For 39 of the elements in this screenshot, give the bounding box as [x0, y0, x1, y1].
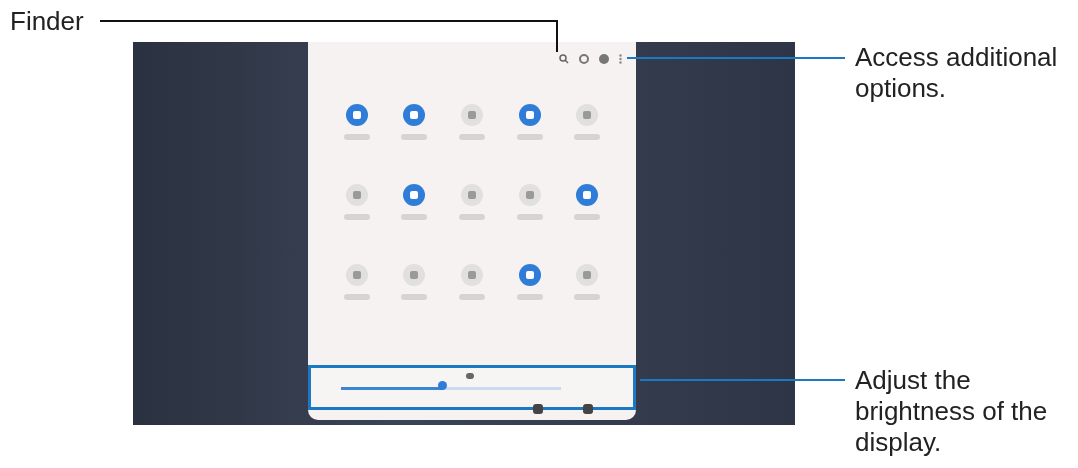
- toggle-on-icon[interactable]: [518, 104, 541, 126]
- blurred-label: [459, 294, 485, 300]
- toggle-off-icon[interactable]: [345, 184, 368, 206]
- blurred-label: [343, 214, 370, 220]
- toggle-on-icon[interactable]: [518, 264, 541, 286]
- toggle-on-icon[interactable]: [403, 104, 426, 126]
- blurred-label: [516, 214, 543, 220]
- toggle-off-icon[interactable]: [576, 104, 599, 126]
- page-indicator: [466, 373, 474, 379]
- toggle-off-icon[interactable]: [518, 184, 541, 206]
- blurred-label: [516, 134, 543, 140]
- toggle-on-icon[interactable]: [576, 184, 599, 206]
- toggle-off-icon[interactable]: [345, 264, 368, 286]
- blurred-label: [459, 134, 485, 140]
- blurred-label: [401, 134, 428, 140]
- blurred-label: [459, 214, 485, 220]
- blurred-label: [516, 294, 543, 300]
- callout-label: Access additional options.: [855, 42, 1059, 104]
- device-icon[interactable]: [533, 404, 543, 414]
- blurred-label: [574, 134, 601, 140]
- callout-label: Adjust the brightness of the display.: [855, 365, 1049, 458]
- callout-label: Finder: [10, 6, 84, 37]
- settings-icon[interactable]: [579, 54, 589, 64]
- toggle-off-icon[interactable]: [576, 264, 599, 286]
- blurred-label: [574, 214, 601, 220]
- media-icon[interactable]: [583, 404, 593, 414]
- blurred-label: [343, 134, 370, 140]
- toggle-off-icon[interactable]: [461, 184, 483, 206]
- search-icon[interactable]: [559, 54, 569, 64]
- toggle-off-icon[interactable]: [403, 264, 426, 286]
- blurred-label: [574, 294, 601, 300]
- blurred-label: [401, 214, 428, 220]
- toggle-on-icon[interactable]: [345, 104, 368, 126]
- toggle-off-icon[interactable]: [461, 264, 483, 286]
- more-options-icon[interactable]: [619, 54, 622, 64]
- toggle-off-icon[interactable]: [461, 104, 483, 126]
- blurred-label: [343, 294, 370, 300]
- toggle-on-icon[interactable]: [403, 184, 426, 206]
- blurred-label: [401, 294, 428, 300]
